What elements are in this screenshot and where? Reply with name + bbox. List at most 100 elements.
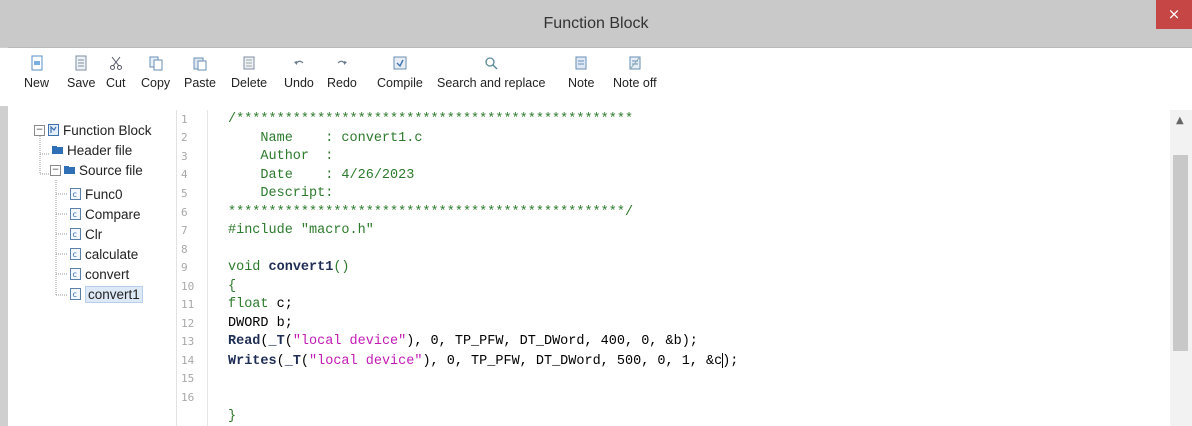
- collapse-icon[interactable]: −: [34, 124, 45, 136]
- line-number: 2: [181, 131, 188, 144]
- compile-icon: [393, 56, 407, 70]
- delete-button[interactable]: Delete: [231, 54, 267, 98]
- copy-button[interactable]: Copy: [141, 54, 170, 98]
- c-file-icon: c: [70, 288, 81, 300]
- svg-text:c: c: [73, 230, 77, 239]
- folder-icon: [52, 146, 63, 154]
- preprocessor-directive: #include: [228, 223, 301, 238]
- tree-label: Function Block: [63, 122, 152, 138]
- code-line-3: Author :: [228, 149, 333, 165]
- string-literal: "local device": [292, 334, 407, 349]
- tree-label: calculate: [85, 246, 139, 262]
- code-line-6: ****************************************…: [228, 205, 634, 220]
- code-text: ), 0, TP_PFW, DT_DWord, 400, 0, &b);: [406, 334, 698, 349]
- save-icon: [75, 55, 87, 71]
- code-text: c;: [268, 297, 293, 312]
- svg-text:c: c: [73, 190, 77, 199]
- code-line-5: Descript:: [228, 186, 334, 201]
- keyword-void: void: [228, 260, 269, 275]
- code-editor[interactable]: /***************************************…: [208, 110, 1170, 426]
- line-number: 3: [181, 150, 188, 163]
- collapse-icon[interactable]: −: [50, 164, 61, 176]
- compile-button[interactable]: Compile: [377, 54, 423, 98]
- svg-text:c: c: [73, 290, 77, 299]
- code-line-1: /***************************************…: [228, 112, 634, 127]
- c-file-icon: c: [70, 248, 81, 260]
- undo-icon: [293, 60, 304, 65]
- comment-key: Name: [228, 131, 326, 146]
- macro-call: _T: [284, 354, 301, 370]
- c-file-icon: c: [70, 228, 81, 240]
- note-off-icon: [629, 56, 641, 70]
- save-button[interactable]: Save: [67, 54, 96, 98]
- tree-item-header-file[interactable]: Header file: [52, 140, 132, 160]
- line-number: 16: [181, 391, 195, 404]
- line-number: 13: [181, 335, 195, 348]
- tree-label: Compare: [85, 206, 141, 222]
- new-file-icon: [31, 55, 42, 71]
- paste-button[interactable]: Paste: [184, 54, 216, 98]
- tree-item-source-file[interactable]: − Source file: [50, 160, 143, 180]
- note-icon: [575, 56, 587, 70]
- cut-button[interactable]: Cut: [106, 54, 125, 98]
- folder-icon: [64, 166, 75, 174]
- code-text: ), 0, TP_PFW, DT_DWord, 500, 0, 1, &c: [422, 354, 723, 370]
- code-text: (: [300, 354, 310, 370]
- tree-item-func0[interactable]: c Func0: [70, 184, 123, 204]
- string-literal: "local device": [309, 354, 423, 370]
- tree-label: Func0: [85, 186, 123, 202]
- title-bar: Function Block ×: [0, 0, 1192, 48]
- line-number: 8: [181, 243, 188, 256]
- toolbar: New Save Cut Copy Paste Delete Undo Redo…: [0, 48, 1192, 106]
- line-number: 12: [181, 317, 195, 330]
- scrollbar-thumb[interactable]: [1173, 155, 1188, 351]
- code-text: (: [276, 354, 285, 370]
- code-line-10: {: [228, 279, 237, 294]
- redo-button[interactable]: Redo: [327, 54, 357, 98]
- code-text: );: [722, 354, 739, 370]
- code-text: (: [260, 334, 269, 349]
- tree-item-convert[interactable]: c convert: [70, 264, 129, 284]
- function-call: Read: [228, 334, 261, 349]
- undo-button[interactable]: Undo: [284, 54, 314, 98]
- scroll-up-arrow-icon[interactable]: ▲: [1176, 115, 1184, 126]
- close-button[interactable]: ×: [1156, 0, 1192, 29]
- new-button[interactable]: New: [24, 54, 49, 98]
- tree-item-calculate[interactable]: c calculate: [70, 244, 138, 264]
- comment-value: :: [325, 149, 334, 164]
- comment-value: : 4/26/2023: [325, 168, 415, 183]
- code-text: (: [284, 334, 293, 349]
- copy-icon: [149, 56, 163, 71]
- keyword-float: float: [228, 297, 269, 312]
- svg-text:c: c: [73, 270, 77, 279]
- tree-label: convert: [85, 266, 130, 282]
- code-line-4: Date : 4/26/2023: [228, 168, 414, 184]
- scissors-icon: [109, 56, 122, 70]
- paste-icon: [193, 57, 207, 71]
- file-tree: − Function Block Header file − Source fi…: [24, 110, 177, 426]
- line-number: 1: [181, 113, 188, 126]
- redo-icon: [337, 60, 347, 65]
- tree-root-function-block[interactable]: − Function Block: [34, 120, 152, 140]
- c-file-icon: c: [70, 208, 81, 220]
- tree-item-clr[interactable]: c Clr: [70, 224, 102, 244]
- note-button[interactable]: Note: [568, 54, 594, 98]
- comment-key: Author: [228, 149, 326, 164]
- function-name: convert1: [268, 260, 334, 275]
- code-line-12: DWORD b;: [228, 316, 293, 331]
- code-line-7: #include "macro.h": [228, 223, 374, 239]
- line-number: 7: [181, 224, 188, 237]
- tree-item-convert1-selected[interactable]: c convert1: [70, 284, 143, 304]
- include-string: "macro.h": [300, 223, 374, 238]
- note-off-button[interactable]: Note off: [613, 54, 657, 98]
- function-block-icon: [48, 124, 59, 136]
- vertical-scrollbar[interactable]: ▲: [1170, 110, 1192, 426]
- c-file-icon: c: [70, 268, 81, 280]
- code-line-16: }: [228, 409, 237, 424]
- tree-item-compare[interactable]: c Compare: [70, 204, 141, 224]
- tree-label: Header file: [67, 142, 133, 158]
- comment-value: : convert1.c: [325, 131, 423, 146]
- search-replace-icon: [485, 57, 498, 70]
- search-replace-button[interactable]: Search and replace: [437, 54, 545, 98]
- line-number: 9: [181, 261, 188, 274]
